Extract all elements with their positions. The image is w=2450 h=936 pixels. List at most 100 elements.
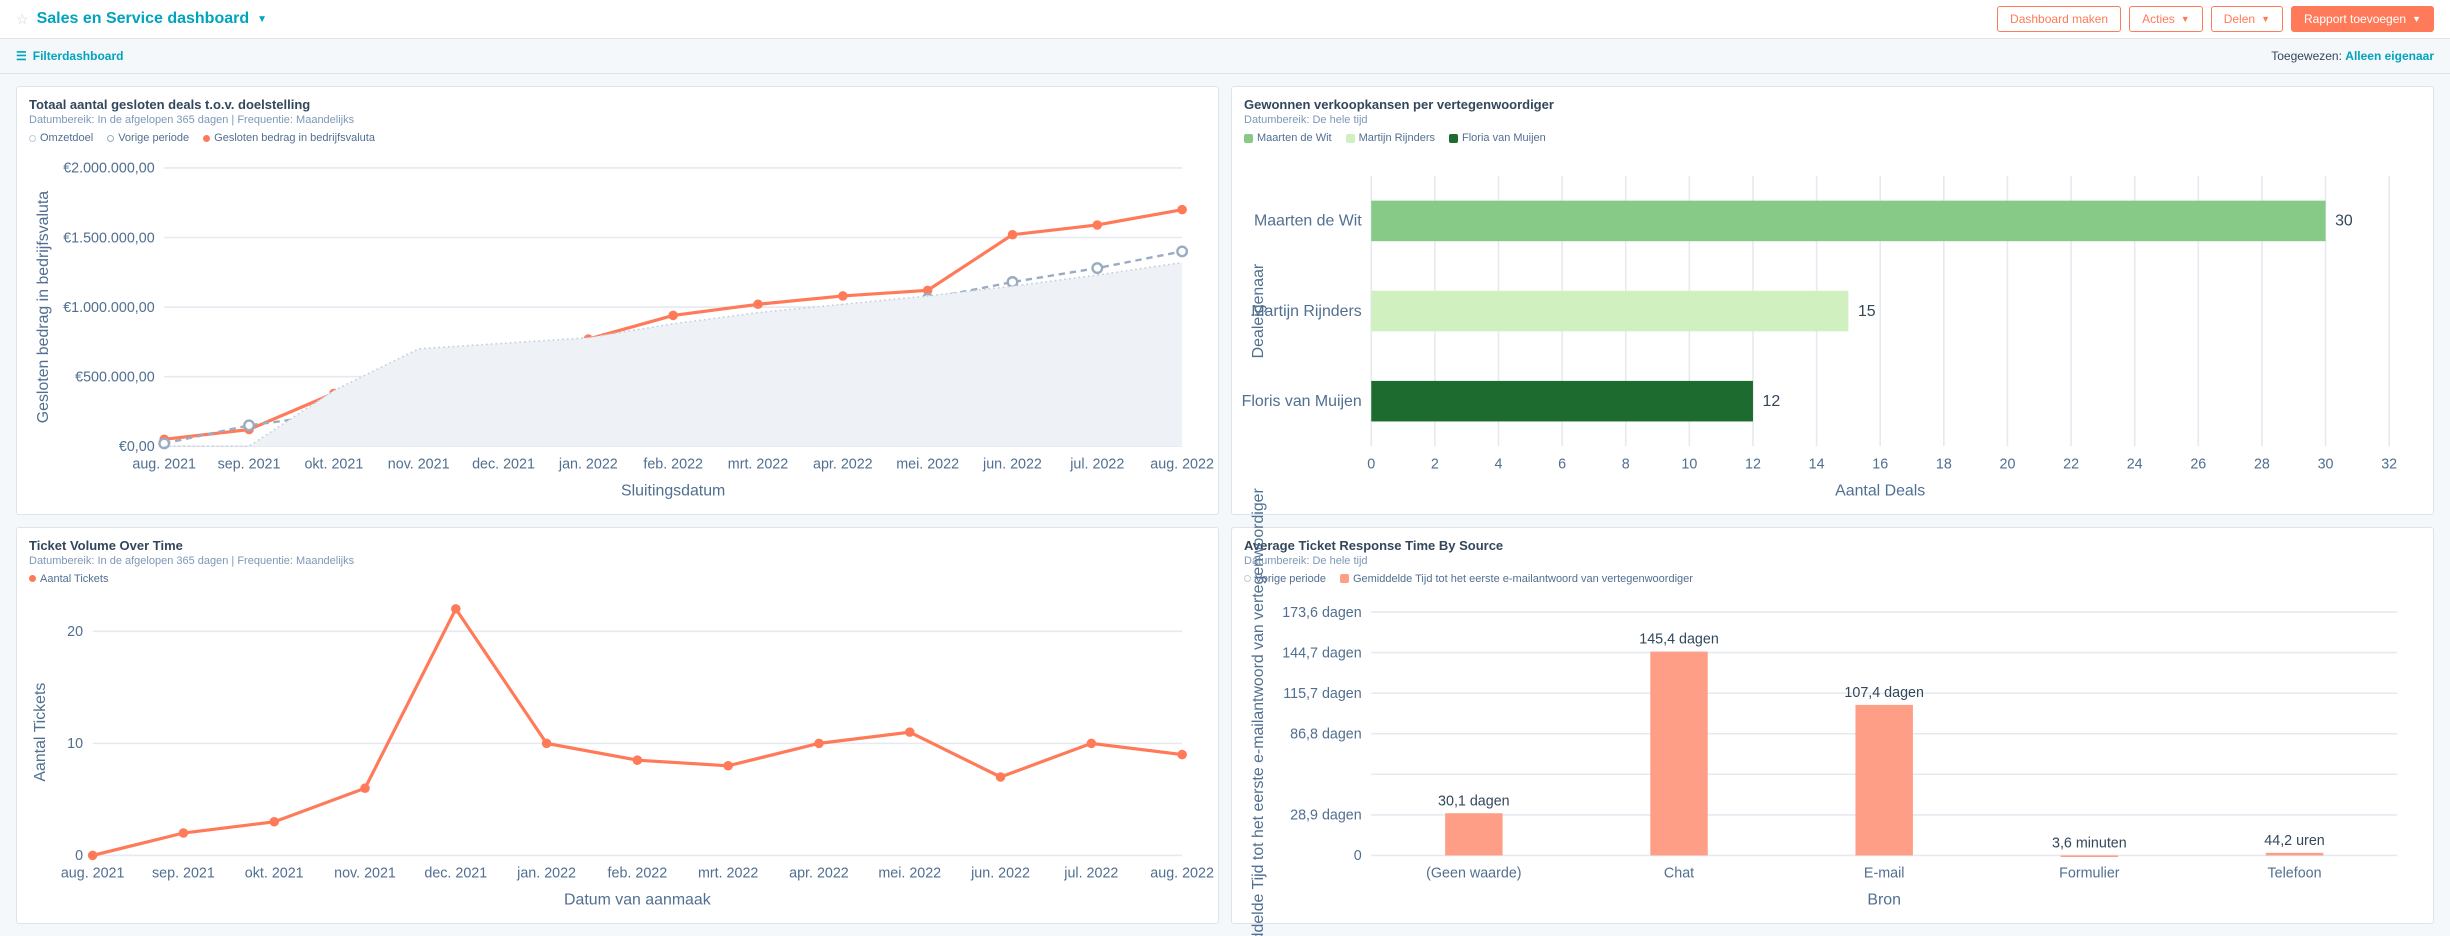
svg-text:Sluitingsdatum: Sluitingsdatum — [621, 483, 725, 500]
svg-text:jan. 2022: jan. 2022 — [516, 866, 576, 882]
svg-text:Maarten de Wit: Maarten de Wit — [1254, 213, 1362, 230]
svg-text:3,6 minuten: 3,6 minuten — [2052, 835, 2127, 851]
svg-text:dec. 2021: dec. 2021 — [424, 866, 487, 882]
deals-vs-goal-sub: Datumbereik: In de afgelopen 365 dagen |… — [29, 114, 1206, 126]
svg-text:107,4 dagen: 107,4 dagen — [1844, 685, 1924, 701]
filter-dashboard-button[interactable]: ☰ Filterdashboard — [16, 49, 123, 63]
topbar-actions: Dashboard maken Acties ▼ Delen ▼ Rapport… — [1997, 6, 2434, 32]
actions-label: Acties — [2142, 13, 2175, 25]
svg-text:aug. 2021: aug. 2021 — [132, 457, 196, 473]
svg-text:15: 15 — [1858, 303, 1876, 320]
star-icon[interactable]: ☆ — [16, 11, 29, 28]
svg-text:Gesloten bedrag in bedrijfsval: Gesloten bedrag in bedrijfsvaluta — [35, 191, 52, 423]
svg-text:Martijn Rijnders: Martijn Rijnders — [1251, 303, 1361, 320]
svg-text:24: 24 — [2127, 457, 2143, 473]
svg-text:Datum van aanmaak: Datum van aanmaak — [564, 892, 711, 909]
card-deals-vs-goal: Totaal aantal gesloten deals t.o.v. doel… — [16, 86, 1219, 515]
svg-text:12: 12 — [1763, 393, 1781, 410]
dashboard-grid: Totaal aantal gesloten deals t.o.v. doel… — [0, 74, 2450, 936]
svg-text:144,7 dagen: 144,7 dagen — [1282, 645, 1362, 661]
svg-text:€500.000,00: €500.000,00 — [75, 369, 155, 385]
svg-text:apr. 2022: apr. 2022 — [789, 866, 849, 882]
legend-vorige-periode: Vorige periode — [118, 132, 189, 144]
svg-text:sep. 2021: sep. 2021 — [152, 866, 215, 882]
ticket-response-chart: 028,9 dagen86,8 dagen115,7 dagen144,7 da… — [1244, 593, 2421, 911]
svg-text:2: 2 — [1431, 457, 1439, 473]
legend-rep2: Martijn Rijnders — [1359, 132, 1435, 144]
deals-vs-goal-legend: Omzetdoel Vorige periode Gesloten bedrag… — [17, 130, 1218, 148]
svg-text:173,6 dagen: 173,6 dagen — [1282, 605, 1362, 621]
svg-text:Aantal Tickets: Aantal Tickets — [32, 683, 49, 782]
legend-gesloten-bedrag: Gesloten bedrag in bedrijfsvaluta — [214, 132, 375, 144]
svg-text:(Geen waarde): (Geen waarde) — [1426, 866, 1521, 882]
dashboard-title: Sales en Service dashboard — [37, 10, 250, 28]
svg-text:apr. 2022: apr. 2022 — [813, 457, 873, 473]
assigned-value: Alleen eigenaar — [2345, 49, 2434, 63]
chevron-down-icon[interactable]: ▼ — [257, 14, 267, 25]
svg-text:30,1 dagen: 30,1 dagen — [1438, 793, 1510, 809]
svg-text:nov. 2021: nov. 2021 — [334, 866, 396, 882]
svg-text:28,9 dagen: 28,9 dagen — [1290, 808, 1362, 824]
filter-dashboard-label: Filterdashboard — [33, 49, 124, 63]
svg-text:jul. 2022: jul. 2022 — [1069, 457, 1124, 473]
won-per-rep-sub: Datumbereik: De hele tijd — [1244, 114, 2421, 126]
assigned-filter[interactable]: Toegewezen: Alleen eigenaar — [2271, 49, 2434, 63]
svg-text:8: 8 — [1622, 457, 1630, 473]
topbar: ☆ Sales en Service dashboard ▼ Dashboard… — [0, 0, 2450, 39]
actions-button[interactable]: Acties ▼ — [2129, 6, 2203, 32]
svg-text:28: 28 — [2254, 457, 2270, 473]
svg-text:Bron: Bron — [1867, 892, 1901, 909]
create-dashboard-label: Dashboard maken — [2010, 13, 2108, 25]
filter-icon: ☰ — [16, 49, 27, 63]
ticket-volume-title: Ticket Volume Over Time — [29, 538, 1206, 553]
svg-text:26: 26 — [2190, 457, 2206, 473]
svg-text:12: 12 — [1745, 457, 1761, 473]
svg-text:Aantal Deals: Aantal Deals — [1835, 483, 1925, 500]
won-per-rep-chart: 02468101214161820222426283032Maarten de … — [1244, 152, 2421, 502]
share-label: Delen — [2224, 13, 2255, 25]
svg-text:Formulier: Formulier — [2059, 866, 2120, 882]
svg-text:115,7 dagen: 115,7 dagen — [1283, 686, 1361, 702]
ticket-volume-chart: 01020aug. 2021sep. 2021okt. 2021nov. 202… — [29, 593, 1206, 911]
filterbar: ☰ Filterdashboard Toegewezen: Alleen eig… — [0, 39, 2450, 74]
legend-aantal-tickets: Aantal Tickets — [40, 573, 108, 585]
svg-text:feb. 2022: feb. 2022 — [608, 866, 668, 882]
svg-text:22: 22 — [2063, 457, 2079, 473]
svg-text:20: 20 — [2000, 457, 2016, 473]
svg-text:mei. 2022: mei. 2022 — [896, 457, 959, 473]
svg-text:nov. 2021: nov. 2021 — [388, 457, 450, 473]
ticket-response-sub: Datumbereik: De hele tijd — [1244, 555, 2421, 567]
svg-text:€2.000.000,00: €2.000.000,00 — [63, 161, 154, 177]
svg-text:aug. 2022: aug. 2022 — [1150, 457, 1214, 473]
add-report-button[interactable]: Rapport toevoegen ▼ — [2291, 6, 2434, 32]
svg-text:Gemiddelde Tijd tot het eerste: Gemiddelde Tijd tot het eerste e-mailant… — [1250, 487, 1267, 936]
svg-text:€1.500.000,00: €1.500.000,00 — [63, 230, 154, 246]
svg-text:Chat: Chat — [1664, 866, 1694, 882]
svg-text:Floris van Muijen: Floris van Muijen — [1242, 393, 1362, 410]
svg-text:86,8 dagen: 86,8 dagen — [1290, 726, 1362, 742]
svg-text:145,4 dagen: 145,4 dagen — [1639, 632, 1719, 648]
won-per-rep-title: Gewonnen verkoopkansen per vertegenwoord… — [1244, 97, 2421, 112]
svg-text:€1.000.000,00: €1.000.000,00 — [63, 300, 154, 316]
deals-vs-goal-chart: €0,00 €500.000,00 €1.000.000,00 €1.500.000,… — [29, 152, 1206, 502]
dashboard-title-wrap[interactable]: ☆ Sales en Service dashboard ▼ — [16, 10, 267, 28]
svg-text:14: 14 — [1809, 457, 1825, 473]
svg-text:6: 6 — [1558, 457, 1566, 473]
card-won-per-rep: Gewonnen verkoopkansen per vertegenwoord… — [1231, 86, 2434, 515]
legend-rep3: Floria van Muijen — [1462, 132, 1546, 144]
legend-rep1: Maarten de Wit — [1257, 132, 1332, 144]
svg-text:dec. 2021: dec. 2021 — [472, 457, 535, 473]
svg-text:aug. 2021: aug. 2021 — [61, 866, 125, 882]
svg-text:Dealeigenaar: Dealeigenaar — [1250, 263, 1267, 358]
svg-text:16: 16 — [1872, 457, 1888, 473]
svg-text:jul. 2022: jul. 2022 — [1063, 866, 1118, 882]
svg-text:Telefoon: Telefoon — [2268, 866, 2322, 882]
svg-text:€0,00: €0,00 — [119, 439, 155, 455]
svg-text:10: 10 — [1681, 457, 1697, 473]
create-dashboard-button[interactable]: Dashboard maken — [1997, 6, 2121, 32]
share-button[interactable]: Delen ▼ — [2211, 6, 2283, 32]
chevron-down-icon: ▼ — [2181, 15, 2190, 24]
svg-text:10: 10 — [67, 736, 83, 752]
svg-text:aug. 2022: aug. 2022 — [1150, 866, 1214, 882]
svg-text:okt. 2021: okt. 2021 — [304, 457, 363, 473]
